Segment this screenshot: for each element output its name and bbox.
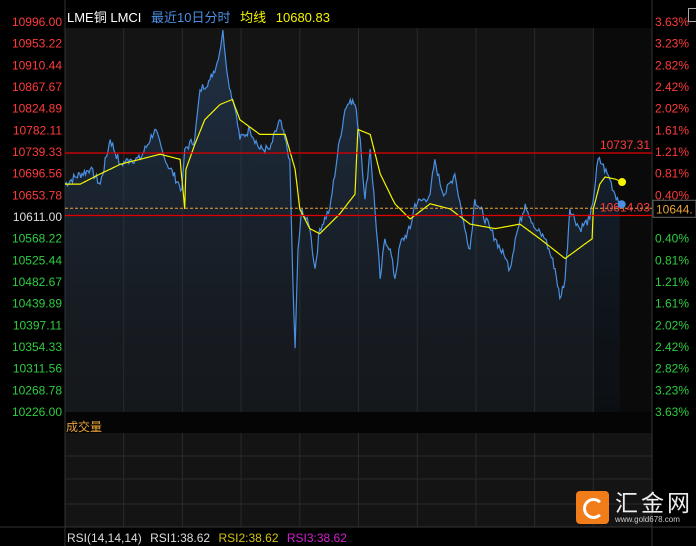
rsi-name: RSI(14,14,14) [67,531,142,545]
right-tick-label: 2.82% [655,58,689,72]
price-end-dot [617,200,626,209]
left-tick-label: 10568.22 [12,232,62,246]
left-tick-label: 10824.89 [12,102,62,116]
high-line-label: 10737.31 [600,138,650,152]
left-tick-label: 10311.56 [13,362,62,376]
right-tick-label: 1.21% [655,145,689,159]
right-tick-label: 2.02% [655,318,689,332]
logo-name: 汇金网 [615,490,693,516]
right-tick-label: 3.23% [655,383,689,397]
right-tick-label: 3.63% [655,405,689,419]
left-tick-label: 10953.22 [12,37,62,51]
right-tick-label: 1.61% [655,297,689,311]
left-tick-label: 10268.78 [12,383,62,397]
right-tick-label: 1.21% [655,275,689,289]
right-tick-label: 3.63% [655,15,689,29]
right-tick-label: 0.81% [655,253,689,267]
left-tick-label: 10739.33 [12,145,62,159]
logo-url: www.gold678.com [615,515,680,524]
rsi3-value: RSI3:38.62 [286,531,347,545]
volume-panel-label: 成交量 [66,420,103,434]
left-tick-label: 10525.44 [12,253,62,267]
right-tick-label: 0.40% [655,232,689,246]
left-tick-label: 10482.67 [12,275,62,289]
right-tick-label: 1.61% [655,123,689,137]
average-end-dot [618,178,627,187]
chart-header: LME铜 LMCI 最近10日分时 均线 10680.83 [67,7,336,26]
right-tick-label: 0.81% [655,167,689,181]
rsi-legend: RSI(14,14,14) RSI1:38.62 RSI2:38.62 RSI3… [67,531,352,545]
left-tick-label: 10910.44 [12,58,62,72]
symbol-label: LME铜 LMCI [67,10,142,25]
left-tick-label: 10226.00 [12,405,62,419]
period-label[interactable]: 最近10日分时 [151,10,230,25]
volume-title-bar [65,412,652,433]
rsi1-value: RSI1:38.62 [150,531,211,545]
left-tick-label: 10439.89 [12,297,62,311]
left-tick-label: 10397.11 [13,318,62,332]
left-tick-label: 10611.00 [13,210,62,224]
right-tick-label: 2.42% [655,80,689,94]
right-tick-label: 2.82% [655,362,689,376]
current-price-label: 10644. [656,202,693,216]
avg-value: 10680.83 [275,10,330,25]
right-tick-label: 2.42% [655,340,689,354]
left-tick-label: 10996.00 [12,15,62,29]
right-tick-label: 2.02% [655,102,689,116]
left-tick-label: 10653.78 [12,188,62,202]
expand-icon[interactable] [688,8,696,22]
price-chart: 10996.00 3.63% 10953.22 3.23% 10910.44 2.82% 1… [0,0,696,546]
left-tick-label: 10354.33 [12,340,62,354]
right-tick-label: 3.23% [655,37,689,51]
left-tick-label: 10867.67 [12,80,62,94]
rsi2-value: RSI2:38.62 [218,531,279,545]
avg-label: 均线 [240,10,267,25]
logo-icon [576,491,609,524]
left-tick-label: 10696.56 [12,167,62,181]
watermark-logo: 汇金网 www.gold678.com [576,491,693,524]
left-tick-label: 10782.11 [13,123,62,137]
